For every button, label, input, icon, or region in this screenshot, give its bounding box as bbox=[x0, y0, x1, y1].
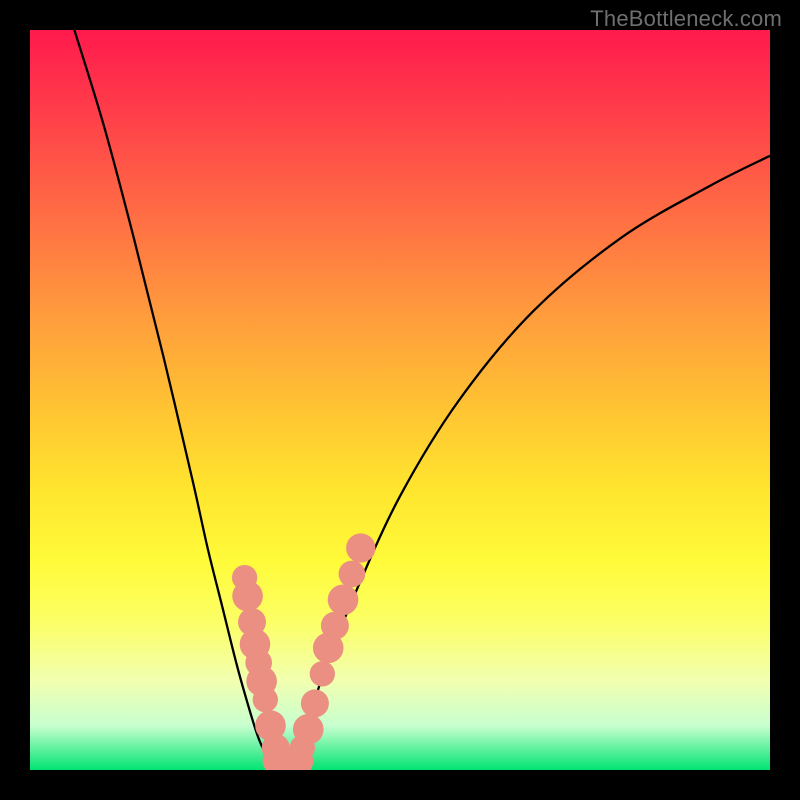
bead bbox=[232, 581, 263, 612]
bead bbox=[310, 661, 335, 686]
bead bbox=[339, 561, 366, 588]
marker-layer bbox=[30, 30, 770, 770]
chart-frame: TheBottleneck.com bbox=[0, 0, 800, 800]
bead bbox=[346, 533, 375, 562]
bead bbox=[253, 687, 278, 712]
plot-area bbox=[30, 30, 770, 770]
bead bbox=[301, 689, 329, 717]
valley-beads bbox=[232, 533, 376, 770]
bead bbox=[321, 612, 349, 640]
bead bbox=[293, 714, 324, 745]
watermark: TheBottleneck.com bbox=[590, 6, 782, 32]
bead bbox=[328, 584, 359, 615]
